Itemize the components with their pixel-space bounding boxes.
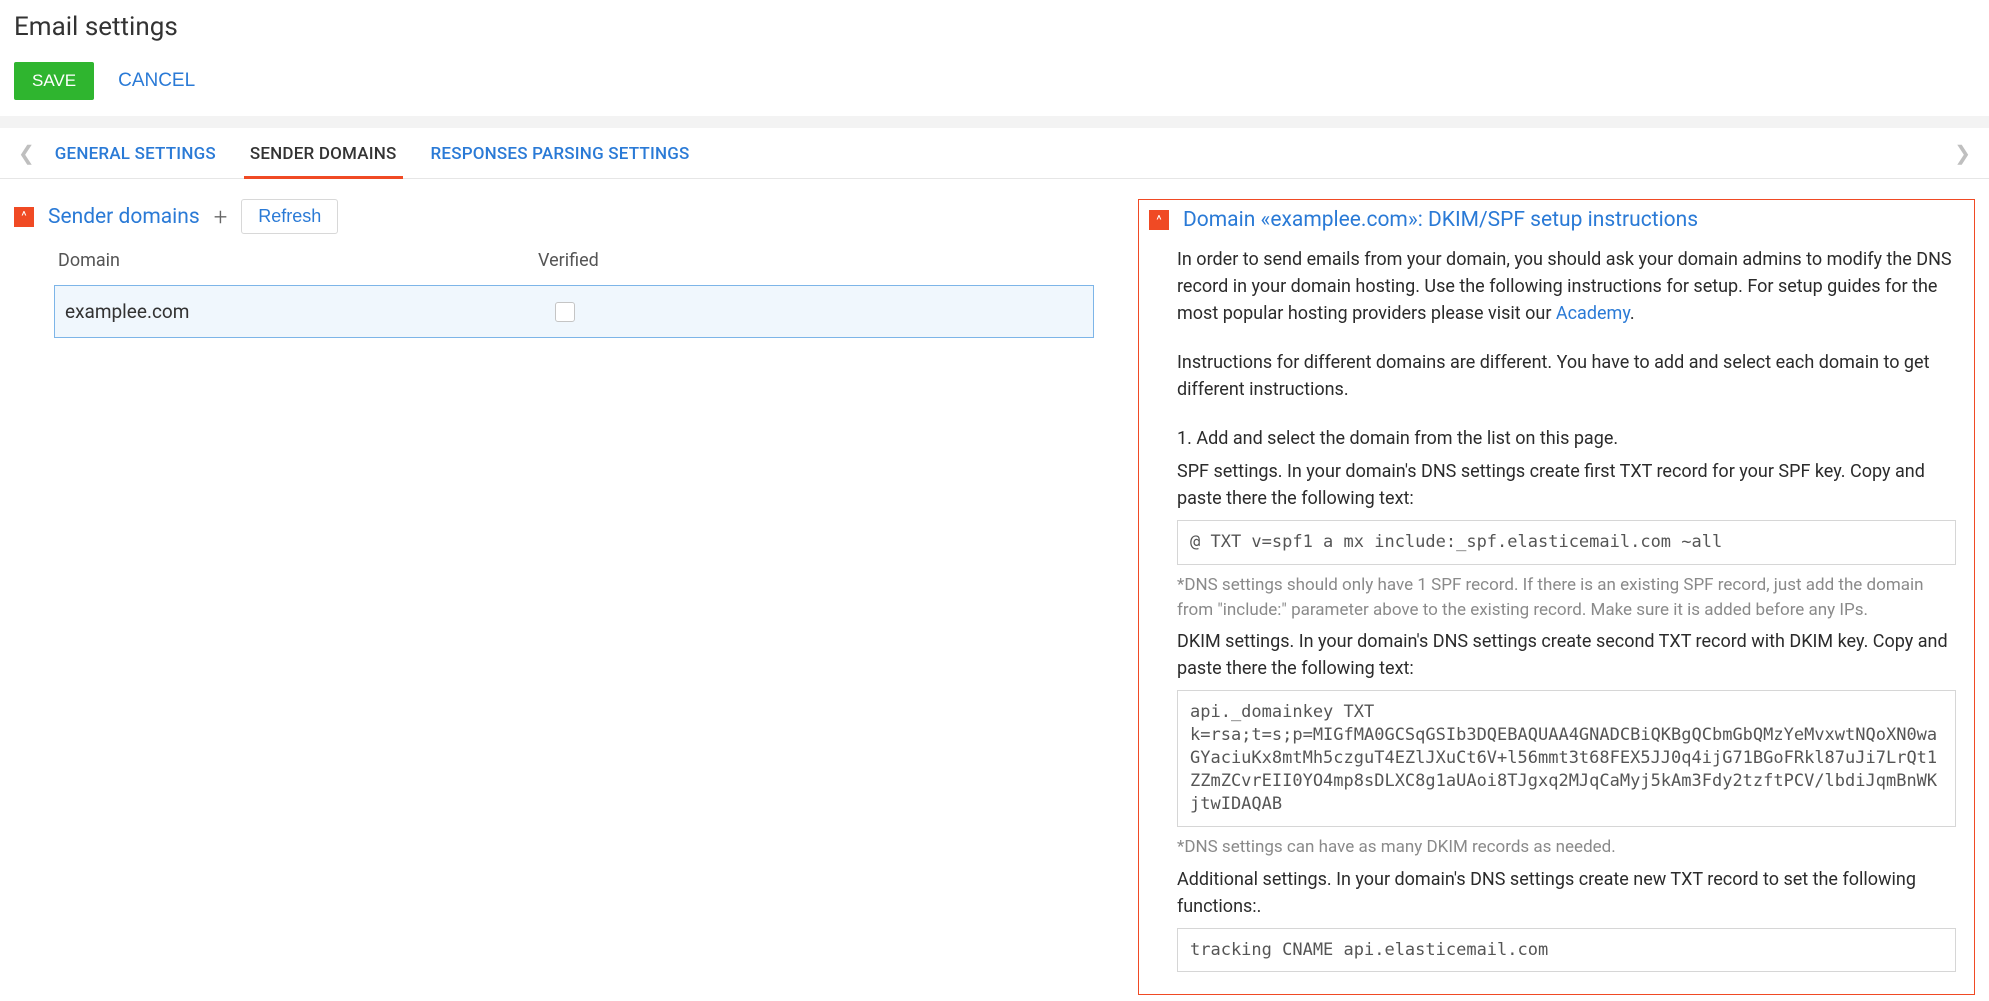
page-title: Email settings xyxy=(14,12,1975,42)
spf-heading: SPF settings. In your domain's DNS setti… xyxy=(1177,458,1956,512)
intro1-post: . xyxy=(1630,303,1635,324)
domains-table: Domain Verified examplee.com xyxy=(54,250,1094,338)
spf-code[interactable]: @ TXT v=spf1 a mx include:_spf.elasticem… xyxy=(1177,520,1956,565)
step-1: 1. Add and select the domain from the li… xyxy=(1177,425,1956,452)
add-domain-button[interactable]: + xyxy=(214,205,228,229)
additional-code[interactable]: tracking CNAME api.elasticemail.com xyxy=(1177,928,1956,973)
chevron-up-icon: ^ xyxy=(1156,214,1161,227)
intro-paragraph-2: Instructions for different domains are d… xyxy=(1177,349,1956,403)
save-button[interactable]: SAVE xyxy=(14,62,94,100)
refresh-button[interactable]: Refresh xyxy=(241,199,338,234)
collapse-toggle-instructions[interactable]: ^ xyxy=(1149,210,1169,230)
table-row[interactable]: examplee.com xyxy=(54,285,1094,338)
setup-title: Domain «examplee.com»: DKIM/SPF setup in… xyxy=(1183,208,1698,232)
cancel-button[interactable]: CANCEL xyxy=(118,70,195,92)
sender-domains-title: Sender domains xyxy=(48,205,200,229)
dkim-heading: DKIM settings. In your domain's DNS sett… xyxy=(1177,628,1956,682)
setup-instructions-panel: ^ Domain «examplee.com»: DKIM/SPF setup … xyxy=(1138,199,1975,995)
chevron-left-icon: ❮ xyxy=(18,141,35,165)
plus-icon: + xyxy=(214,203,228,231)
dkim-hint: *DNS settings can have as many DKIM reco… xyxy=(1177,835,1956,860)
domain-cell: examplee.com xyxy=(65,300,545,323)
tab-scroll-left[interactable]: ❮ xyxy=(10,133,43,173)
tabs: GENERAL SETTINGS SENDER DOMAINS RESPONSE… xyxy=(43,128,690,178)
collapse-toggle[interactable]: ^ xyxy=(14,207,34,227)
action-bar: SAVE CANCEL xyxy=(14,62,1975,100)
verified-checkbox[interactable] xyxy=(555,302,575,322)
sender-domains-panel: ^ Sender domains + Refresh Domain Verifi… xyxy=(14,199,1054,338)
col-domain: Domain xyxy=(58,250,538,271)
tab-responses-parsing[interactable]: RESPONSES PARSING SETTINGS xyxy=(431,128,690,178)
table-header: Domain Verified xyxy=(54,250,1094,285)
verified-cell xyxy=(545,302,1083,322)
divider xyxy=(0,116,1989,128)
tabs-row: ❮ GENERAL SETTINGS SENDER DOMAINS RESPON… xyxy=(0,128,1989,179)
tab-scroll-right[interactable]: ❯ xyxy=(1946,133,1979,173)
intro-paragraph-1: In order to send emails from your domain… xyxy=(1177,246,1956,327)
instructions-body: In order to send emails from your domain… xyxy=(1149,246,1964,972)
academy-link[interactable]: Academy xyxy=(1556,303,1630,324)
col-verified: Verified xyxy=(538,250,1094,271)
additional-heading: Additional settings. In your domain's DN… xyxy=(1177,866,1956,920)
dkim-code[interactable]: api._domainkey TXT k=rsa;t=s;p=MIGfMA0GC… xyxy=(1177,690,1956,827)
tab-sender-domains[interactable]: SENDER DOMAINS xyxy=(250,128,397,178)
chevron-up-icon: ^ xyxy=(21,210,26,223)
tab-general-settings[interactable]: GENERAL SETTINGS xyxy=(55,128,216,178)
chevron-right-icon: ❯ xyxy=(1954,141,1971,165)
spf-hint: *DNS settings should only have 1 SPF rec… xyxy=(1177,573,1956,622)
